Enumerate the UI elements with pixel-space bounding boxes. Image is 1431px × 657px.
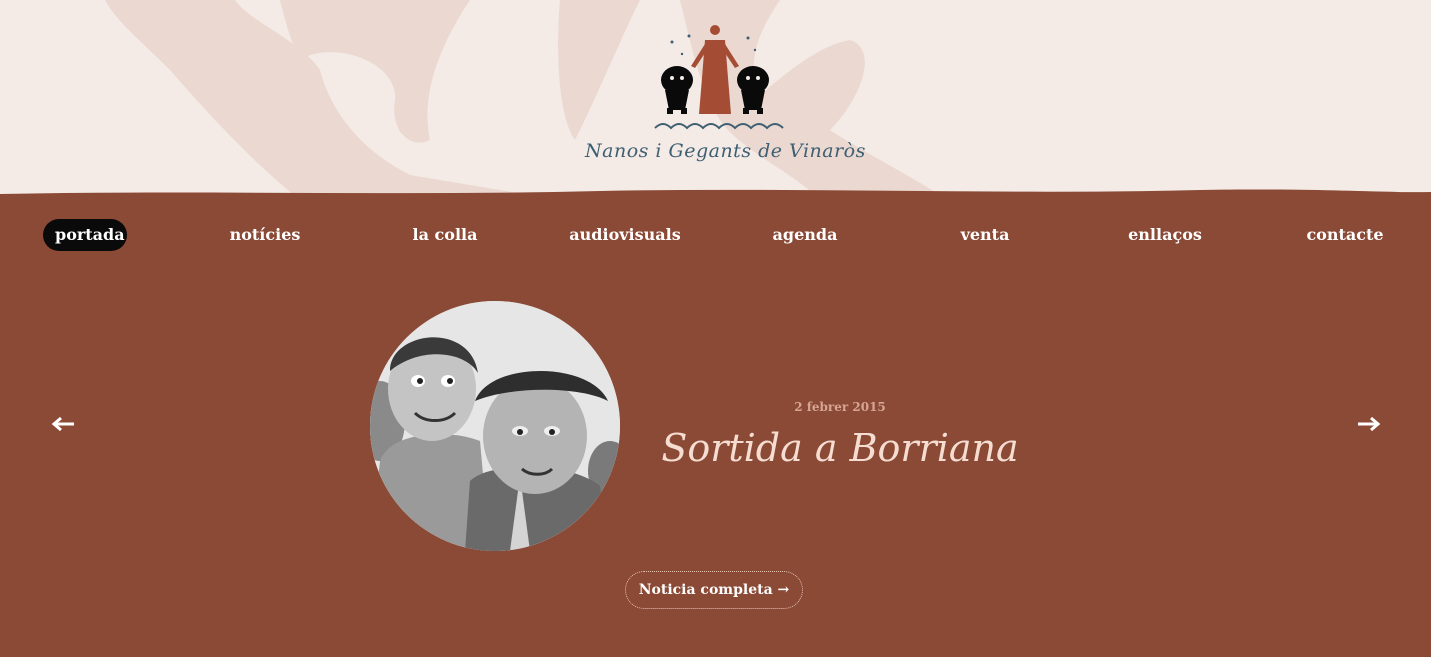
news-slider: 2 febrer 2015 Sortida a Borriana Noticia…: [0, 290, 1431, 630]
nav-item-contacte[interactable]: contacte: [1285, 219, 1405, 251]
nav-item-venta[interactable]: venta: [925, 219, 1045, 251]
news-title[interactable]: Sortida a Borriana: [640, 426, 1040, 470]
news-photo[interactable]: [370, 301, 620, 551]
giants-logo-icon: [654, 25, 784, 130]
nav-item-portada[interactable]: portada: [43, 219, 127, 251]
giants-photo: [370, 301, 620, 551]
nav-item-noticies[interactable]: notícies: [205, 219, 325, 251]
nav-item-la-colla[interactable]: la colla: [385, 219, 505, 251]
site-header: Nanos i Gegants de Vinaròs: [0, 0, 1431, 200]
main-navigation: portada notícies la colla audiovisuals a…: [0, 216, 1431, 254]
arrow-right-icon[interactable]: [1352, 414, 1382, 434]
arrow-left-icon[interactable]: [50, 414, 80, 434]
site-logo[interactable]: Nanos i Gegants de Vinaròs: [585, 18, 866, 178]
nav-item-enllacos[interactable]: enllaços: [1105, 219, 1225, 251]
nav-item-audiovisuals[interactable]: audiovisuals: [560, 219, 690, 251]
site-name: Nanos i Gegants de Vinaròs: [585, 140, 866, 162]
read-more-button[interactable]: Noticia completa →: [625, 571, 803, 609]
news-date: 2 febrer 2015: [794, 400, 886, 414]
nav-item-agenda[interactable]: agenda: [745, 219, 865, 251]
